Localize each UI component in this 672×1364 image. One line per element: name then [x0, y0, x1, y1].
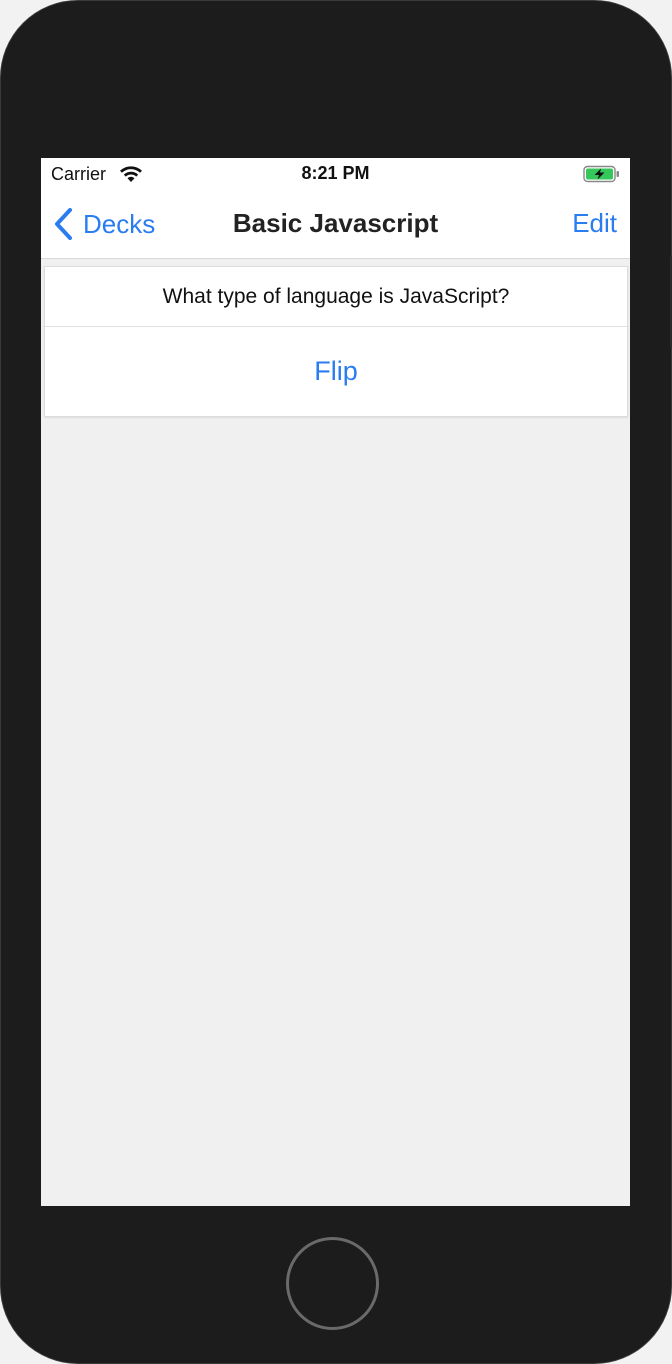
screen: Carrier 8:21 PM Decks Basic Javascript E… [41, 158, 630, 1206]
battery-charging-icon [583, 165, 619, 183]
flashcard: What type of language is JavaScript? Fli… [44, 266, 628, 417]
page-title: Basic Javascript [232, 208, 439, 238]
navigation-bar: Decks Basic Javascript Edit [41, 190, 630, 259]
phone-frame: Carrier 8:21 PM Decks Basic Javascript E… [0, 0, 672, 1364]
flip-button[interactable]: Flip [45, 327, 627, 416]
status-bar: Carrier 8:21 PM [41, 158, 630, 190]
home-button[interactable] [286, 1237, 379, 1330]
status-time: 8:21 PM [301, 163, 370, 183]
edit-button[interactable]: Edit [572, 208, 617, 239]
card-question: What type of language is JavaScript? [45, 267, 627, 327]
